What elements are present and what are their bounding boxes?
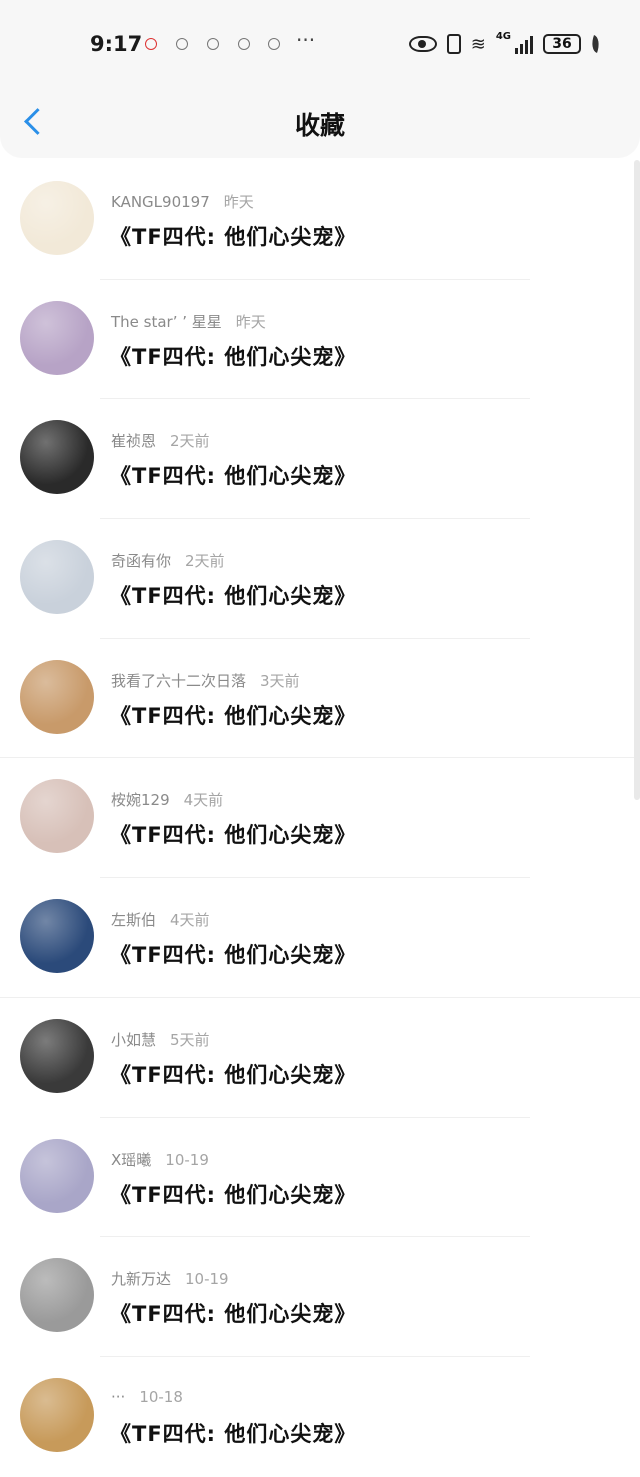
post-title[interactable]: 《TF四代: 他们心尖宠》 [110,700,356,730]
list-item[interactable]: 左斯伯 4天前 《TF四代: 他们心尖宠》 [0,878,640,998]
avatar[interactable] [20,1138,94,1213]
author-name[interactable]: X瑶曦 [111,1151,151,1169]
avatar[interactable] [20,1377,94,1452]
list-item[interactable]: 小如慧 5天前 《TF四代: 他们心尖宠》 [0,998,640,1118]
avatar[interactable] [20,1018,94,1093]
author-name[interactable]: 左斯伯 [111,911,156,929]
status-icons: ≋ 4G 36 [408,30,603,56]
author-name[interactable]: ··· [111,1388,125,1406]
post-title[interactable]: 《TF四代: 他们心尖宠》 [110,1179,356,1209]
list-item[interactable]: 九新万达 10-19 《TF四代: 他们心尖宠》 [0,1237,640,1357]
avatar[interactable] [20,181,94,255]
avatar[interactable] [20,1258,94,1333]
author-name[interactable]: KANGL90197 [111,193,210,211]
list-item[interactable]: 奇函有你 2天前 《TF四代: 他们心尖宠》 [0,519,640,639]
timestamp: 4天前 [183,791,224,810]
post-title[interactable]: 《TF四代: 他们心尖宠》 [110,1059,356,1089]
author-name[interactable]: 九新万达 [111,1270,171,1288]
avatar[interactable] [20,300,94,375]
post-title[interactable]: 《TF四代: 他们心尖宠》 [110,341,356,371]
vibrate-icon [446,34,461,54]
timestamp: 10-19 [185,1270,229,1289]
notification-icon [176,38,188,50]
timestamp: 昨天 [223,193,254,211]
author-name[interactable]: The star’ ’ 星星 [111,313,222,331]
post-title[interactable]: 《TF四代: 他们心尖宠》 [110,939,356,969]
post-title[interactable]: 《TF四代: 他们心尖宠》 [110,460,356,490]
favorites-list: KANGL90197 昨天 《TF四代: 他们心尖宠》 The star’ ’ 星… [0,160,640,1477]
list-item[interactable]: ··· 10-18 《TF四代: 他们心尖宠》 [0,1357,640,1477]
notification-icon [268,38,280,50]
list-item[interactable]: 桉婉129 4天前 《TF四代: 他们心尖宠》 [0,758,640,879]
signal-icon [515,34,533,54]
author-name[interactable]: 桉婉129 [111,791,170,809]
post-title[interactable]: 《TF四代: 他们心尖宠》 [110,1298,356,1328]
notification-icon [238,38,250,50]
notification-icon [145,38,157,50]
author-name[interactable]: 奇函有你 [111,552,171,570]
status-time: 9:17 [90,32,143,56]
eye-icon [408,36,437,52]
scrollbar[interactable] [634,160,640,800]
author-name[interactable]: 崔祯恩 [111,432,156,450]
page-title: 收藏 [294,111,345,140]
battery-icon: 36 [543,34,581,54]
avatar[interactable] [20,899,94,974]
avatar[interactable] [20,659,94,734]
post-title[interactable]: 《TF四代: 他们心尖宠》 [110,1418,356,1448]
network-type: 4G [495,30,511,42]
timestamp: 2天前 [185,552,225,571]
timestamp: 10-18 [139,1387,183,1406]
timestamp: 3天前 [260,671,300,690]
list-item[interactable]: 崔祯恩 2天前 《TF四代: 他们心尖宠》 [0,399,640,520]
timestamp: 5天前 [170,1030,210,1049]
timestamp: 昨天 [235,312,266,331]
wifi-icon: ≋ [470,33,486,55]
list-item[interactable]: X瑶曦 10-19 《TF四代: 他们心尖宠》 [0,1118,640,1238]
list-item[interactable]: The star’ ’ 星星 昨天 《TF四代: 他们心尖宠》 [0,280,640,400]
avatar[interactable] [20,420,94,495]
timestamp: 10-19 [165,1150,209,1169]
post-title[interactable]: 《TF四代: 他们心尖宠》 [110,580,356,610]
timestamp: 4天前 [170,911,210,930]
status-bar: 9:17 ··· ≋ 4G 36 [0,26,640,66]
notification-icon [207,38,219,50]
post-title[interactable]: 《TF四代: 他们心尖宠》 [110,819,356,849]
avatar[interactable] [20,540,94,615]
more-notifications-icon: ··· [296,28,316,52]
avatar[interactable] [20,779,94,854]
list-item[interactable]: KANGL90197 昨天 《TF四代: 他们心尖宠》 [0,160,640,280]
author-name[interactable]: 我看了六十二次日落 [111,672,246,690]
top-bar: 9:17 ··· ≋ 4G 36 收藏 [0,0,640,158]
author-name[interactable]: 小如慧 [111,1031,156,1049]
list-item[interactable]: 我看了六十二次日落 3天前 《TF四代: 他们心尖宠》 [0,639,640,759]
timestamp: 2天前 [170,432,210,451]
post-title[interactable]: 《TF四代: 他们心尖宠》 [110,221,356,251]
leaf-icon [588,34,603,54]
